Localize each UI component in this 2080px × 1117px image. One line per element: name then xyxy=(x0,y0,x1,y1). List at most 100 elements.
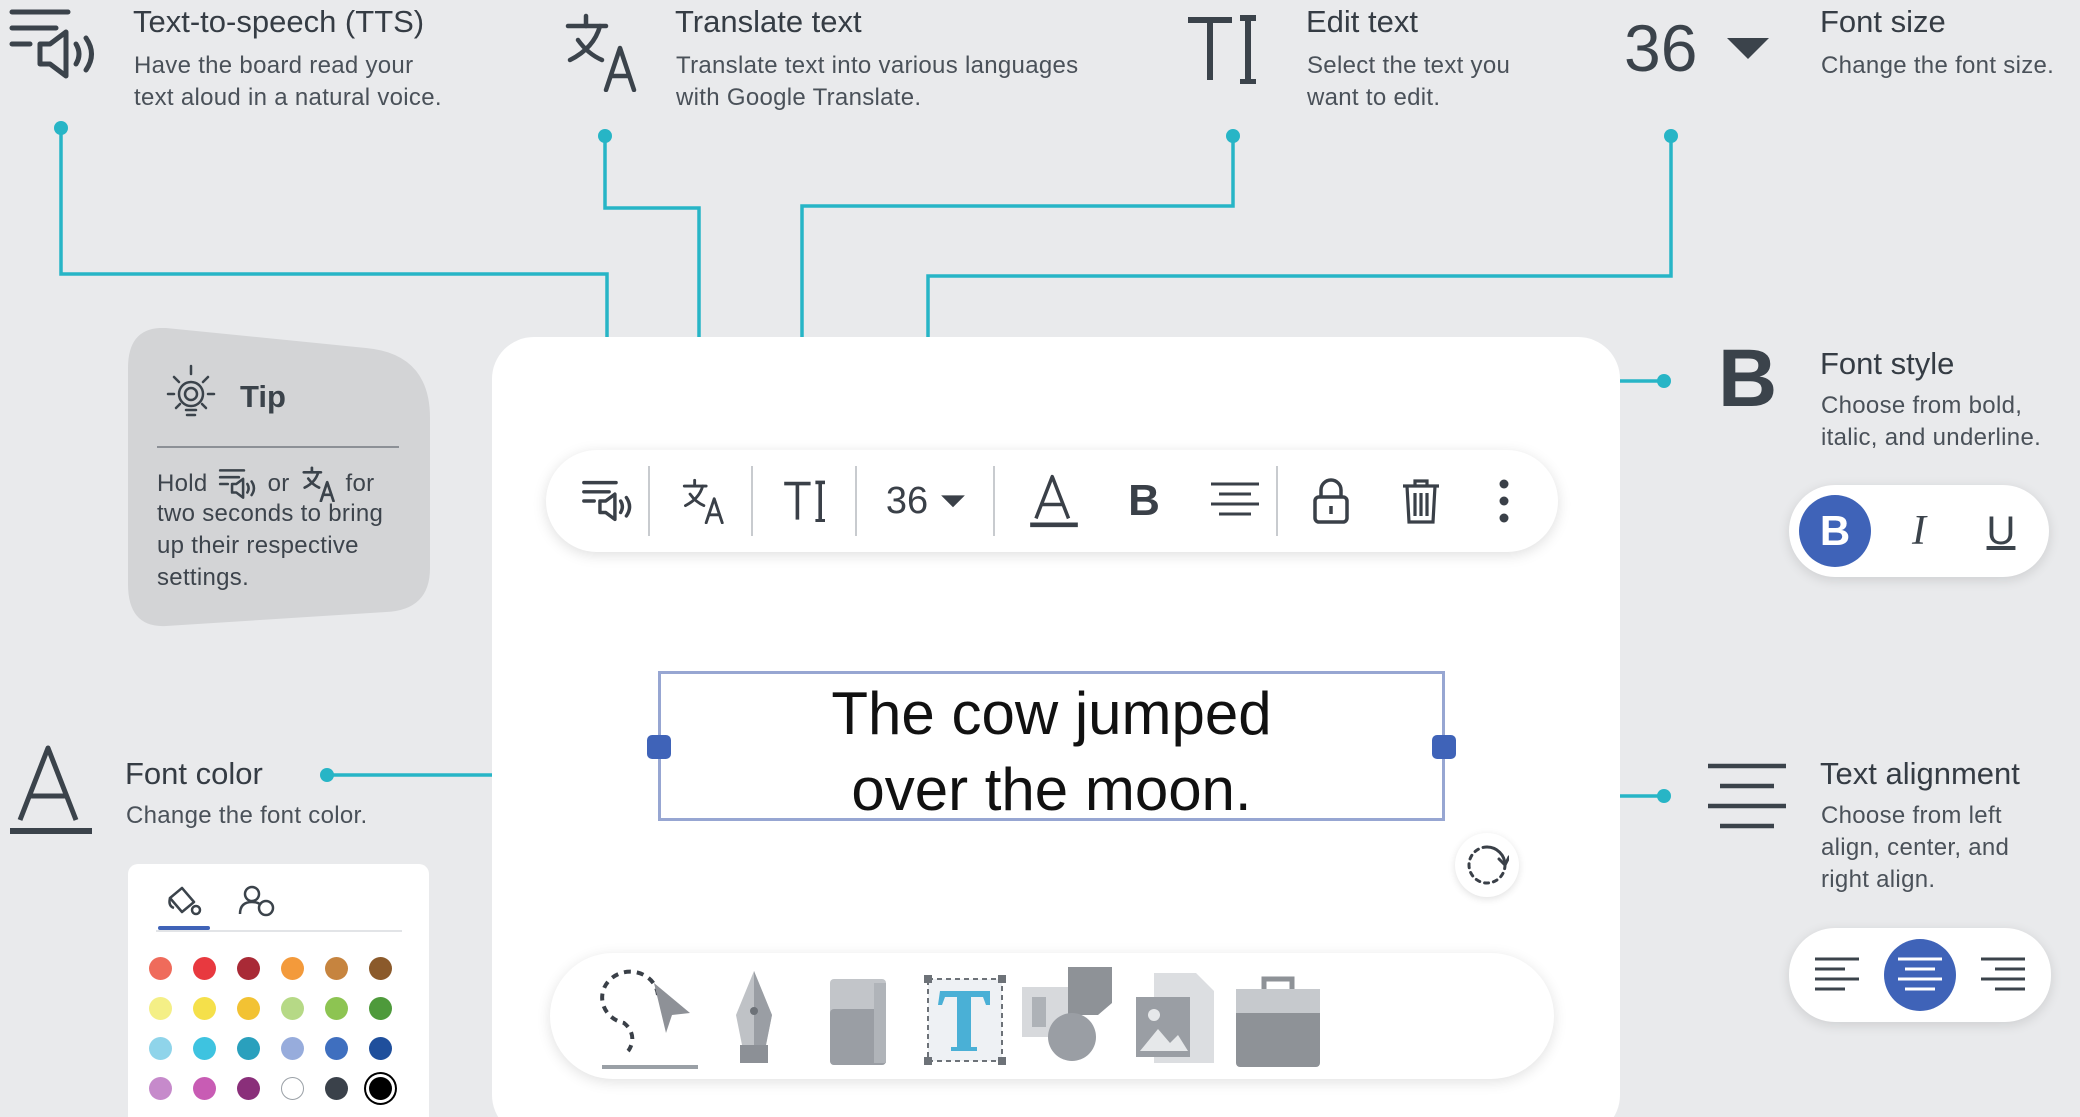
font-color-title: Font color xyxy=(125,756,263,791)
color-swatch[interactable] xyxy=(237,1077,260,1100)
delete-button[interactable] xyxy=(1376,450,1466,552)
color-swatch[interactable] xyxy=(369,1037,392,1060)
alignment-desc-line2: align, center, and xyxy=(1821,834,2010,861)
font-size-title: Font size xyxy=(1820,4,1946,39)
tip-for-text: for xyxy=(345,470,375,497)
color-swatch[interactable] xyxy=(325,957,348,980)
color-swatch[interactable] xyxy=(193,997,216,1020)
align-right-icon xyxy=(1981,957,2025,991)
color-swatch[interactable] xyxy=(193,1037,216,1060)
font-size-select[interactable]: 36 xyxy=(864,450,988,552)
edit-text-title: Edit text xyxy=(1306,4,1418,39)
align-center-button[interactable] xyxy=(1884,939,1956,1011)
translate-button[interactable] xyxy=(658,450,752,552)
font-color-icon xyxy=(1030,474,1078,528)
alignment-desc-line3: right align. xyxy=(1821,866,1936,893)
align-right-button[interactable] xyxy=(1967,939,2039,1011)
font-style-title: Font style xyxy=(1820,346,1955,381)
font-style-desc-line2: italic, and underline. xyxy=(1821,424,2042,451)
pen-tool[interactable] xyxy=(704,961,804,1071)
color-swatch[interactable] xyxy=(149,997,172,1020)
tool-dock xyxy=(550,953,1554,1079)
font-size-description: Change the font size. xyxy=(1821,50,2054,82)
more-options-button[interactable] xyxy=(1468,450,1540,552)
color-swatch[interactable] xyxy=(325,997,348,1020)
color-swatch[interactable] xyxy=(369,1077,392,1100)
tip-hold-text: Hold xyxy=(157,470,208,497)
edit-text-button[interactable] xyxy=(760,450,854,552)
align-left-button[interactable] xyxy=(1801,939,1873,1011)
rotate-button[interactable] xyxy=(1455,833,1519,897)
font-color-description: Change the font color. xyxy=(126,800,367,832)
lasso-select-icon xyxy=(600,969,698,1069)
font-style-description: Choose from bold, italic, and underline. xyxy=(1821,390,2041,454)
color-swatch[interactable] xyxy=(369,957,392,980)
color-swatch[interactable] xyxy=(193,1077,216,1100)
align-center-icon xyxy=(1211,482,1259,516)
font-color-button[interactable] xyxy=(1008,450,1100,552)
translate-icon xyxy=(682,478,724,524)
color-swatch[interactable] xyxy=(149,957,172,980)
shapes-tool[interactable] xyxy=(1018,961,1118,1071)
color-swatch[interactable] xyxy=(193,957,216,980)
text-tool-icon xyxy=(924,975,1006,1065)
resize-handle-left[interactable] xyxy=(647,735,671,759)
paint-bucket-icon[interactable] xyxy=(166,884,202,918)
toolbox-tool[interactable] xyxy=(1228,961,1328,1071)
color-swatch[interactable] xyxy=(149,1077,172,1100)
media-tool[interactable] xyxy=(1124,961,1224,1071)
color-swatch[interactable] xyxy=(281,1077,304,1100)
toolbar-divider xyxy=(855,466,857,536)
color-swatch[interactable] xyxy=(369,997,392,1020)
resize-handle-right[interactable] xyxy=(1432,735,1456,759)
color-swatch[interactable] xyxy=(237,957,260,980)
lock-button[interactable] xyxy=(1286,450,1376,552)
color-swatch[interactable] xyxy=(281,957,304,980)
text-alignment-button[interactable] xyxy=(1188,450,1282,552)
chevron-down-icon xyxy=(941,495,966,508)
color-swatch[interactable] xyxy=(281,997,304,1020)
eraser-tool[interactable] xyxy=(808,961,908,1071)
font-color-desc-line1: Change the font color. xyxy=(126,802,368,829)
text-toolbar: 36 B xyxy=(546,450,1558,552)
edit-text-icon xyxy=(784,480,825,522)
tts-desc-line2: text aloud in a natural voice. xyxy=(134,84,442,111)
color-swatch[interactable] xyxy=(237,997,260,1020)
italic-style-label: I xyxy=(1912,508,1926,554)
underline-style-button[interactable]: U xyxy=(1965,495,2037,567)
lasso-select-tool[interactable] xyxy=(600,961,700,1071)
translate-description: Translate text into various languages wi… xyxy=(676,50,1078,114)
color-swatch[interactable] xyxy=(281,1037,304,1060)
toolbar-divider xyxy=(1276,466,1278,536)
text-tool[interactable] xyxy=(914,961,1014,1071)
trash-icon xyxy=(1403,479,1439,524)
lightbulb-icon xyxy=(158,362,224,428)
toolbar-font-size-value: 36 xyxy=(885,479,929,522)
font-size-value: 36 xyxy=(1624,11,1698,85)
color-swatch[interactable] xyxy=(325,1037,348,1060)
bold-style-button[interactable]: B xyxy=(1799,495,1871,567)
bold-style-label: B xyxy=(1819,507,1851,554)
color-picker-panel xyxy=(128,864,429,1117)
rotate-icon xyxy=(1467,845,1509,885)
translate-title: Translate text xyxy=(675,4,862,39)
tts-desc-line1: Have the board read your xyxy=(134,52,414,79)
tip-line1: Hold or for xyxy=(157,466,374,502)
palette-icon[interactable] xyxy=(236,884,276,918)
color-swatch[interactable] xyxy=(325,1077,348,1100)
toolbar-divider xyxy=(993,466,995,536)
text-box[interactable]: The cow jumped over the moon. xyxy=(658,671,1445,823)
tts-button[interactable] xyxy=(564,450,652,552)
underline-style-label: U xyxy=(1986,508,2016,553)
tip-line3: up their respective xyxy=(157,532,359,559)
color-swatch[interactable] xyxy=(237,1037,260,1060)
italic-style-button[interactable]: I xyxy=(1883,495,1955,567)
font-style-pill: B I U xyxy=(1789,485,2049,577)
tts-icon xyxy=(8,4,100,84)
tts-icon xyxy=(218,469,255,499)
translate-icon xyxy=(564,12,644,93)
translate-desc-line1: Translate text into various languages xyxy=(676,52,1079,79)
color-swatch[interactable] xyxy=(149,1037,172,1060)
bold-button[interactable]: B xyxy=(1100,450,1188,552)
chevron-down-icon xyxy=(1727,38,1770,59)
